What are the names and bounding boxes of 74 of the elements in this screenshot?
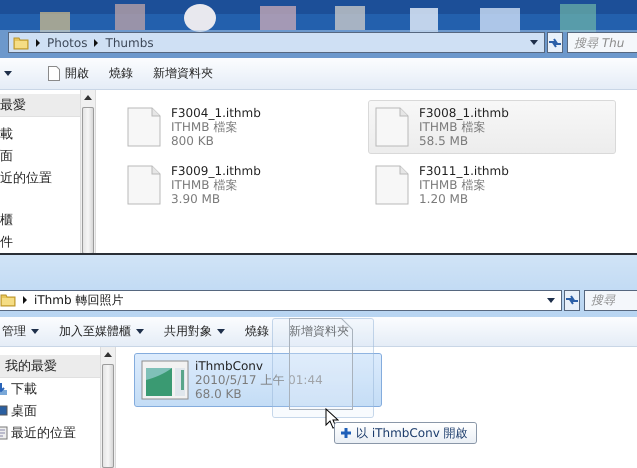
scroll-up-icon[interactable] xyxy=(84,95,92,100)
file-name: F3008_1.ithmb xyxy=(419,106,509,120)
address-bar[interactable]: Photos Thumbs xyxy=(8,32,545,53)
app-window-icon xyxy=(141,360,189,400)
file-detail: ITHMB 檔案 xyxy=(419,178,486,192)
plus-icon xyxy=(340,427,352,439)
toolbar-button[interactable]: 共用對象 xyxy=(156,319,233,344)
scroll-up-icon[interactable] xyxy=(104,352,112,357)
file-size: 800 KB xyxy=(171,134,215,148)
file-detail: ITHMB 檔案 xyxy=(171,120,238,134)
file-tile[interactable]: F3008_1.ithmb ITHMB 檔案 58.5 MB xyxy=(368,100,616,154)
caret-icon xyxy=(31,329,39,334)
chevron-icon[interactable] xyxy=(35,38,41,46)
file-name: iThmbConv xyxy=(195,359,264,373)
sidebar-item[interactable]: 載 xyxy=(0,123,80,145)
file-icon xyxy=(375,107,409,147)
refresh-button[interactable] xyxy=(547,32,563,53)
sidebar-item[interactable]: 櫃 xyxy=(0,209,80,231)
file-detail: ITHMB 檔案 xyxy=(171,178,238,192)
refresh-icon xyxy=(548,36,562,48)
sidebar-item[interactable]: 最愛 xyxy=(0,94,80,117)
caret-icon xyxy=(136,329,144,334)
scrollbar[interactable] xyxy=(100,347,116,468)
refresh-icon xyxy=(565,294,579,306)
search-field[interactable]: 搜尋 Thu xyxy=(567,32,637,53)
scrollbar[interactable] xyxy=(80,90,96,254)
toolbar-button[interactable]: 新增資料夾 xyxy=(145,61,221,86)
cursor-icon xyxy=(325,408,339,430)
file-detail: ITHMB 檔案 xyxy=(419,120,486,134)
sidebar-item[interactable]: 面 xyxy=(0,145,80,167)
breadcrumb-item[interactable]: iThmb 轉回照片 xyxy=(34,292,124,308)
file-name: F3004_1.ithmb xyxy=(171,106,261,120)
sidebar-item[interactable]: 我的最愛 xyxy=(0,355,100,378)
tooltip-text: 以 iThmbConv 開啟 xyxy=(356,424,468,442)
file-name: F3011_1.ithmb xyxy=(419,164,509,178)
file-size: 3.90 MB xyxy=(171,192,222,206)
file-icon xyxy=(127,165,161,205)
document-icon xyxy=(48,66,60,81)
sidebar-item[interactable]: 件 xyxy=(0,231,80,253)
file-tile[interactable]: F3011_1.ithmb ITHMB 檔案 1.20 MB xyxy=(368,158,616,212)
file-icon xyxy=(375,165,409,205)
chevron-icon[interactable] xyxy=(93,38,100,46)
file-tile[interactable]: F3004_1.ithmb ITHMB 檔案 800 KB xyxy=(120,100,368,154)
sidebar-item[interactable]: 近的位置 xyxy=(0,167,80,189)
chevron-icon[interactable] xyxy=(22,296,28,304)
sidebar-item[interactable]: 最近的位置 xyxy=(0,422,100,444)
caret-icon[interactable] xyxy=(4,71,12,76)
caret-icon[interactable] xyxy=(547,298,555,302)
toolbar-button[interactable]: 管理 xyxy=(0,319,47,344)
caret-icon xyxy=(217,329,225,334)
folder-icon xyxy=(13,34,29,50)
file-size: 58.5 MB xyxy=(419,134,470,148)
address-bar[interactable]: iThmb 轉回照片 xyxy=(0,290,562,310)
refresh-button[interactable] xyxy=(564,290,580,310)
scroll-thumb[interactable] xyxy=(82,107,94,254)
toolbar-button[interactable]: 燒錄 xyxy=(101,61,141,86)
caret-icon[interactable] xyxy=(530,40,538,45)
toolbar-button[interactable]: 開啟 xyxy=(40,61,97,86)
sidebar-item[interactable]: 下載 xyxy=(0,378,100,400)
file-tile[interactable]: F3009_1.ithmb ITHMB 檔案 3.90 MB xyxy=(120,158,368,212)
file-name: F3009_1.ithmb xyxy=(171,164,261,178)
sidebar-item[interactable]: 桌面 xyxy=(0,400,100,422)
folder-icon xyxy=(0,292,16,308)
file-icon xyxy=(289,318,353,410)
breadcrumb-item[interactable]: Thumbs xyxy=(105,36,154,50)
search-field[interactable]: 搜尋 xyxy=(584,290,637,310)
toolbar-button[interactable]: 加入至媒體櫃 xyxy=(51,319,152,344)
toolbar-button[interactable]: 燒錄 xyxy=(237,319,277,344)
toolbar-button[interactable]: 新增資料夾 xyxy=(281,319,357,344)
file-size: 68.0 KB xyxy=(195,387,243,401)
file-icon xyxy=(127,107,161,147)
file-size: 1.20 MB xyxy=(419,192,470,206)
breadcrumb-item[interactable]: Photos xyxy=(47,36,88,50)
scroll-thumb[interactable] xyxy=(102,364,114,468)
